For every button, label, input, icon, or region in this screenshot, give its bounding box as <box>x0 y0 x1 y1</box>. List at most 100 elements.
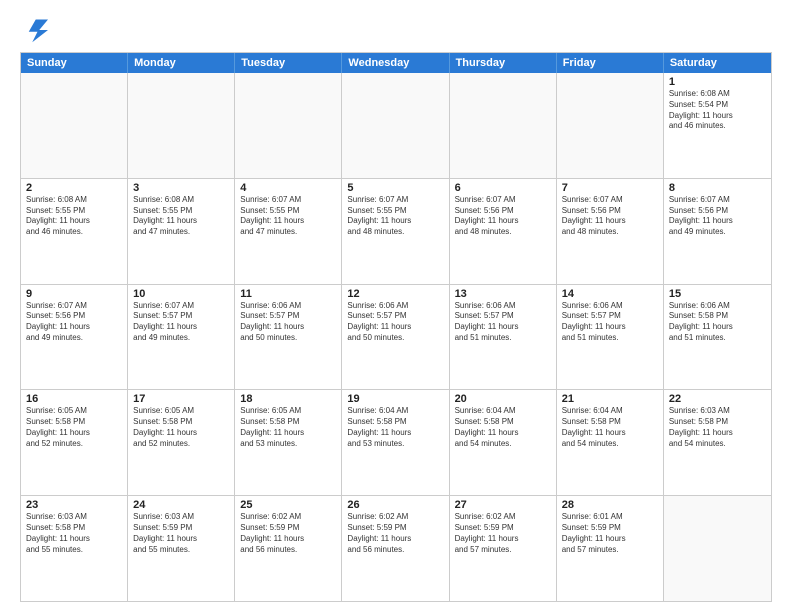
calendar-cell: 10Sunrise: 6:07 AM Sunset: 5:57 PM Dayli… <box>128 285 235 390</box>
day-info: Sunrise: 6:05 AM Sunset: 5:58 PM Dayligh… <box>133 406 229 449</box>
header-cell-saturday: Saturday <box>664 53 771 73</box>
day-number: 23 <box>26 499 122 511</box>
header-cell-friday: Friday <box>557 53 664 73</box>
logo <box>20 16 52 44</box>
calendar-cell: 17Sunrise: 6:05 AM Sunset: 5:58 PM Dayli… <box>128 390 235 495</box>
day-number: 18 <box>240 393 336 405</box>
day-info: Sunrise: 6:03 AM Sunset: 5:58 PM Dayligh… <box>669 406 766 449</box>
day-number: 17 <box>133 393 229 405</box>
calendar-cell: 18Sunrise: 6:05 AM Sunset: 5:58 PM Dayli… <box>235 390 342 495</box>
calendar: SundayMondayTuesdayWednesdayThursdayFrid… <box>20 52 772 602</box>
day-info: Sunrise: 6:07 AM Sunset: 5:57 PM Dayligh… <box>133 301 229 344</box>
day-info: Sunrise: 6:05 AM Sunset: 5:58 PM Dayligh… <box>26 406 122 449</box>
calendar-cell <box>450 73 557 178</box>
day-info: Sunrise: 6:06 AM Sunset: 5:57 PM Dayligh… <box>562 301 658 344</box>
calendar-cell: 4Sunrise: 6:07 AM Sunset: 5:55 PM Daylig… <box>235 179 342 284</box>
day-number: 1 <box>669 76 766 88</box>
day-info: Sunrise: 6:08 AM Sunset: 5:54 PM Dayligh… <box>669 89 766 132</box>
calendar-row-1: 1Sunrise: 6:08 AM Sunset: 5:54 PM Daylig… <box>21 73 771 178</box>
calendar-cell: 27Sunrise: 6:02 AM Sunset: 5:59 PM Dayli… <box>450 496 557 601</box>
page: SundayMondayTuesdayWednesdayThursdayFrid… <box>0 0 792 612</box>
day-number: 25 <box>240 499 336 511</box>
calendar-cell <box>21 73 128 178</box>
day-number: 10 <box>133 288 229 300</box>
day-number: 22 <box>669 393 766 405</box>
day-info: Sunrise: 6:07 AM Sunset: 5:55 PM Dayligh… <box>240 195 336 238</box>
day-info: Sunrise: 6:06 AM Sunset: 5:57 PM Dayligh… <box>240 301 336 344</box>
calendar-cell: 22Sunrise: 6:03 AM Sunset: 5:58 PM Dayli… <box>664 390 771 495</box>
calendar-row-4: 16Sunrise: 6:05 AM Sunset: 5:58 PM Dayli… <box>21 389 771 495</box>
calendar-cell: 26Sunrise: 6:02 AM Sunset: 5:59 PM Dayli… <box>342 496 449 601</box>
day-info: Sunrise: 6:07 AM Sunset: 5:56 PM Dayligh… <box>26 301 122 344</box>
day-info: Sunrise: 6:07 AM Sunset: 5:56 PM Dayligh… <box>455 195 551 238</box>
day-number: 16 <box>26 393 122 405</box>
calendar-row-5: 23Sunrise: 6:03 AM Sunset: 5:58 PM Dayli… <box>21 495 771 601</box>
day-number: 27 <box>455 499 551 511</box>
day-number: 2 <box>26 182 122 194</box>
day-number: 24 <box>133 499 229 511</box>
day-number: 20 <box>455 393 551 405</box>
calendar-cell: 3Sunrise: 6:08 AM Sunset: 5:55 PM Daylig… <box>128 179 235 284</box>
header-cell-wednesday: Wednesday <box>342 53 449 73</box>
day-info: Sunrise: 6:08 AM Sunset: 5:55 PM Dayligh… <box>26 195 122 238</box>
day-number: 4 <box>240 182 336 194</box>
calendar-cell: 19Sunrise: 6:04 AM Sunset: 5:58 PM Dayli… <box>342 390 449 495</box>
day-number: 3 <box>133 182 229 194</box>
day-info: Sunrise: 6:03 AM Sunset: 5:58 PM Dayligh… <box>26 512 122 555</box>
day-info: Sunrise: 6:08 AM Sunset: 5:55 PM Dayligh… <box>133 195 229 238</box>
day-number: 14 <box>562 288 658 300</box>
calendar-cell: 7Sunrise: 6:07 AM Sunset: 5:56 PM Daylig… <box>557 179 664 284</box>
calendar-cell: 16Sunrise: 6:05 AM Sunset: 5:58 PM Dayli… <box>21 390 128 495</box>
day-number: 7 <box>562 182 658 194</box>
calendar-cell: 1Sunrise: 6:08 AM Sunset: 5:54 PM Daylig… <box>664 73 771 178</box>
calendar-cell: 6Sunrise: 6:07 AM Sunset: 5:56 PM Daylig… <box>450 179 557 284</box>
calendar-header: SundayMondayTuesdayWednesdayThursdayFrid… <box>21 53 771 73</box>
calendar-row-2: 2Sunrise: 6:08 AM Sunset: 5:55 PM Daylig… <box>21 178 771 284</box>
logo-icon <box>20 16 48 44</box>
day-info: Sunrise: 6:02 AM Sunset: 5:59 PM Dayligh… <box>347 512 443 555</box>
calendar-cell: 24Sunrise: 6:03 AM Sunset: 5:59 PM Dayli… <box>128 496 235 601</box>
calendar-cell <box>664 496 771 601</box>
calendar-cell <box>557 73 664 178</box>
calendar-body: 1Sunrise: 6:08 AM Sunset: 5:54 PM Daylig… <box>21 73 771 601</box>
header <box>20 16 772 44</box>
day-number: 28 <box>562 499 658 511</box>
day-info: Sunrise: 6:01 AM Sunset: 5:59 PM Dayligh… <box>562 512 658 555</box>
day-info: Sunrise: 6:07 AM Sunset: 5:55 PM Dayligh… <box>347 195 443 238</box>
header-cell-monday: Monday <box>128 53 235 73</box>
calendar-cell: 14Sunrise: 6:06 AM Sunset: 5:57 PM Dayli… <box>557 285 664 390</box>
day-number: 8 <box>669 182 766 194</box>
day-number: 21 <box>562 393 658 405</box>
day-info: Sunrise: 6:07 AM Sunset: 5:56 PM Dayligh… <box>669 195 766 238</box>
day-info: Sunrise: 6:02 AM Sunset: 5:59 PM Dayligh… <box>455 512 551 555</box>
header-cell-thursday: Thursday <box>450 53 557 73</box>
calendar-cell: 21Sunrise: 6:04 AM Sunset: 5:58 PM Dayli… <box>557 390 664 495</box>
day-info: Sunrise: 6:02 AM Sunset: 5:59 PM Dayligh… <box>240 512 336 555</box>
day-info: Sunrise: 6:06 AM Sunset: 5:58 PM Dayligh… <box>669 301 766 344</box>
day-info: Sunrise: 6:04 AM Sunset: 5:58 PM Dayligh… <box>562 406 658 449</box>
calendar-cell: 20Sunrise: 6:04 AM Sunset: 5:58 PM Dayli… <box>450 390 557 495</box>
day-number: 12 <box>347 288 443 300</box>
calendar-cell: 2Sunrise: 6:08 AM Sunset: 5:55 PM Daylig… <box>21 179 128 284</box>
day-number: 13 <box>455 288 551 300</box>
calendar-cell <box>128 73 235 178</box>
calendar-cell: 12Sunrise: 6:06 AM Sunset: 5:57 PM Dayli… <box>342 285 449 390</box>
calendar-cell: 28Sunrise: 6:01 AM Sunset: 5:59 PM Dayli… <box>557 496 664 601</box>
header-cell-sunday: Sunday <box>21 53 128 73</box>
day-info: Sunrise: 6:04 AM Sunset: 5:58 PM Dayligh… <box>347 406 443 449</box>
calendar-cell: 15Sunrise: 6:06 AM Sunset: 5:58 PM Dayli… <box>664 285 771 390</box>
calendar-row-3: 9Sunrise: 6:07 AM Sunset: 5:56 PM Daylig… <box>21 284 771 390</box>
day-info: Sunrise: 6:05 AM Sunset: 5:58 PM Dayligh… <box>240 406 336 449</box>
calendar-cell: 23Sunrise: 6:03 AM Sunset: 5:58 PM Dayli… <box>21 496 128 601</box>
calendar-cell: 9Sunrise: 6:07 AM Sunset: 5:56 PM Daylig… <box>21 285 128 390</box>
header-cell-tuesday: Tuesday <box>235 53 342 73</box>
calendar-cell: 8Sunrise: 6:07 AM Sunset: 5:56 PM Daylig… <box>664 179 771 284</box>
calendar-cell <box>342 73 449 178</box>
day-number: 11 <box>240 288 336 300</box>
day-number: 15 <box>669 288 766 300</box>
day-number: 9 <box>26 288 122 300</box>
day-info: Sunrise: 6:04 AM Sunset: 5:58 PM Dayligh… <box>455 406 551 449</box>
day-number: 19 <box>347 393 443 405</box>
day-number: 26 <box>347 499 443 511</box>
day-info: Sunrise: 6:03 AM Sunset: 5:59 PM Dayligh… <box>133 512 229 555</box>
